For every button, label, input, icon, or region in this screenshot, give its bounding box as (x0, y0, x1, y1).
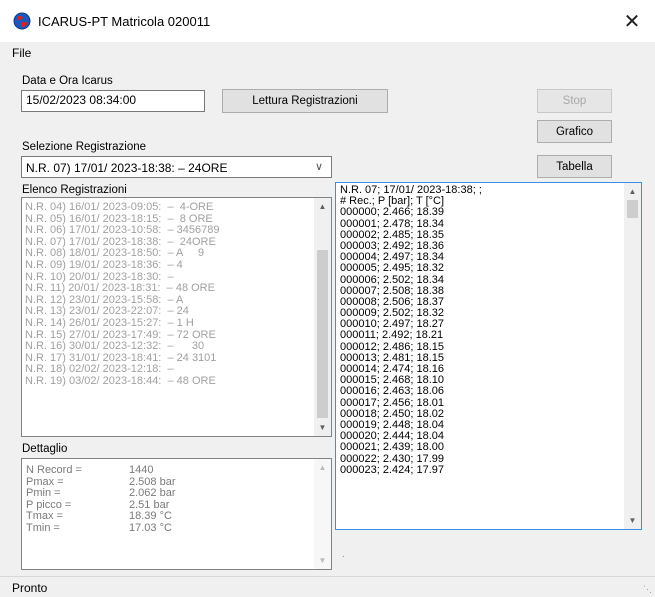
chevron-up-icon[interactable]: ▲ (624, 183, 641, 200)
elenco-items: N.R. 04) 16/01/ 2023-09:05: – 4-ORE N.R. … (25, 201, 219, 388)
lettura-registrazioni-label: Lettura Registrazioni (252, 95, 358, 107)
detail-value: 18.39 °C (129, 510, 172, 522)
detail-value: 2.51 bar (129, 498, 170, 511)
tabella-button[interactable]: Tabella (537, 155, 612, 178)
selezione-label: Selezione Registrazione (22, 141, 147, 153)
detail-key: Tmax = (26, 510, 63, 522)
grafico-label: Grafico (555, 125, 594, 138)
data-line: 000000; 2.466; 18.39 (340, 206, 444, 219)
detail-value: 17.03 °C (129, 521, 172, 534)
list-item[interactable]: N.R. 16) 30/01/ 2023-12:32: – 30 (25, 341, 219, 353)
elenco-label: Elenco Registrazioni (22, 184, 127, 196)
separator-dot: . (342, 549, 345, 560)
chevron-up-icon[interactable]: ▲ (314, 198, 331, 215)
resize-grip-icon[interactable]: ⋱ (643, 584, 652, 595)
data-line: 000005; 2.495; 18.32 (340, 262, 444, 275)
dettaglio-label: Dettaglio (22, 443, 68, 455)
chevron-up-icon[interactable]: ▲ (314, 459, 331, 476)
elenco-scrollbar[interactable]: ▲ ▼ (314, 198, 331, 436)
close-button[interactable]: ✕ (609, 0, 655, 42)
chevron-down-icon[interactable]: ▼ (624, 512, 641, 529)
data-line: 000016; 2.463; 18.06 (340, 385, 444, 398)
list-item[interactable]: N.R. 11) 20/01/ 2023-18:31: – 48 ORE (25, 283, 219, 295)
stop-label: Stop (562, 95, 587, 107)
detail-key: Tmin = (26, 521, 60, 534)
list-item[interactable]: N.R. 09) 19/01/ 2023-18:36: – 4 (25, 259, 219, 272)
detail-value: 2.508 bar (129, 475, 176, 488)
data-line: 000006; 2.502; 18.34 (340, 273, 444, 286)
detail-value: 2.062 bar (129, 487, 176, 499)
chevron-down-icon[interactable]: ▼ (314, 419, 331, 436)
data-line: 000022; 2.430; 17.99 (340, 452, 444, 465)
lettura-registrazioni-button[interactable]: Lettura Registrazioni (222, 89, 388, 113)
list-item[interactable]: N.R. 14) 26/01/ 2023-15:27: – 1 H (25, 317, 219, 330)
datetime-label: Data e Ora Icarus (22, 75, 113, 87)
status-bar: Pronto ⋱ (0, 576, 655, 597)
stop-button[interactable]: Stop (537, 89, 612, 113)
scroll-thumb[interactable] (317, 250, 328, 418)
globe-icon (13, 12, 31, 30)
elenco-listbox[interactable]: N.R. 04) 16/01/ 2023-09:05: – 4-ORE N.R. … (21, 197, 332, 437)
detail-key: Pmin = (26, 487, 61, 499)
chevron-down-icon: ∨ (314, 161, 323, 173)
menu-bar: File (0, 42, 655, 64)
chevron-down-icon[interactable]: ▼ (314, 552, 331, 569)
title-bar[interactable]: ICARUS-PT Matricola 020011 ✕ (0, 0, 655, 42)
list-item[interactable]: N.R. 19) 03/02/ 2023-18:44: – 48 ORE (25, 375, 219, 388)
grafico-button[interactable]: Grafico (537, 120, 612, 143)
registrazione-lines: N.R. 07; 17/01/ 2023-18:38; ; # Rec.; P [… (340, 184, 482, 476)
datetime-value: 15/02/2023 08:34:00 (26, 93, 137, 107)
window-title: ICARUS-PT Matricola 020011 (38, 14, 211, 29)
detail-key: N Record = (26, 464, 82, 476)
data-line: 000021; 2.439; 18.00 (340, 441, 444, 454)
close-icon: ✕ (623, 10, 641, 33)
registrazione-scrollbar[interactable]: ▲ ▼ (624, 183, 641, 529)
selezione-dropdown[interactable]: N.R. 07) 17/01/ 2023-18:38: – 24ORE ∨ (21, 156, 332, 178)
data-line: 000011; 2.492; 18.21 (340, 329, 444, 342)
list-item[interactable]: N.R. 04) 16/01/ 2023-09:05: – 4-ORE (25, 201, 219, 214)
dettaglio-scrollbar[interactable]: ▲ ▼ (314, 459, 331, 569)
detail-key: Pmax = (26, 475, 64, 488)
detail-key: P picco = (26, 498, 72, 511)
scroll-thumb[interactable] (627, 200, 638, 218)
registrazione-textbox[interactable]: N.R. 07; 17/01/ 2023-18:38; ; # Rec.; P [… (335, 182, 642, 530)
dettaglio-box: N Record = 1440 Pmax = 2.508 bar Pmin = 2.062… (21, 458, 332, 570)
detail-value: 1440 (129, 464, 154, 476)
datetime-field[interactable]: 15/02/2023 08:34:00 (21, 90, 205, 112)
data-line: 000023; 2.424; 17.97 (340, 463, 444, 476)
selezione-value: N.R. 07) 17/01/ 2023-18:38: – 24ORE (26, 161, 228, 175)
tabella-label: Tabella (556, 160, 593, 173)
status-text: Pronto (12, 581, 48, 595)
menu-file[interactable]: File (12, 46, 31, 60)
